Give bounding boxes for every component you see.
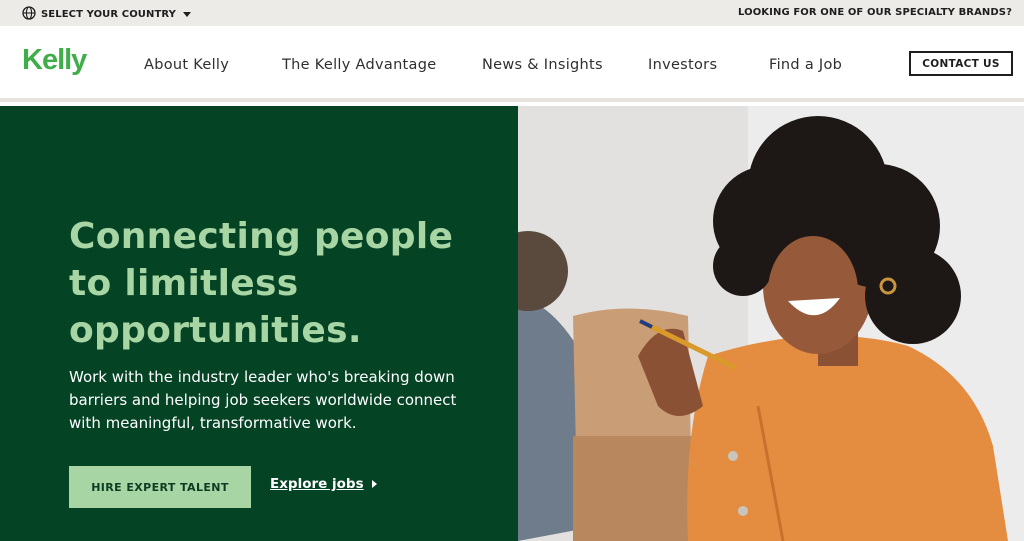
globe-icon (22, 6, 36, 23)
nav-news-insights[interactable]: News & Insights (482, 57, 603, 73)
hire-expert-talent-button[interactable]: HIRE EXPERT TALENT (69, 466, 251, 508)
nav-about-kelly[interactable]: About Kelly (144, 57, 229, 73)
select-country-label: SELECT YOUR COUNTRY (41, 9, 177, 20)
main-header: Kelly About Kelly The Kelly Advantage Ne… (0, 26, 1024, 102)
caret-down-icon (183, 12, 192, 17)
hero-subtext: Work with the industry leader who's brea… (69, 368, 457, 432)
select-country-button[interactable]: SELECT YOUR COUNTRY (22, 6, 192, 23)
headline-line: to limitless (69, 263, 299, 304)
hero-panel: Connecting people to limitless opportuni… (0, 106, 518, 541)
triangle-right-icon (371, 480, 377, 488)
smiling-woman-photo (518, 106, 1024, 541)
hero-headline: Connecting people to limitless opportuni… (69, 213, 489, 354)
specialty-brands-link[interactable]: LOOKING FOR ONE OF OUR SPECIALTY BRANDS? (738, 7, 1012, 18)
hero-photo (518, 106, 1024, 541)
headline-line: Connecting people (69, 216, 454, 257)
explore-jobs-label: Explore jobs (270, 476, 364, 492)
nav-kelly-advantage[interactable]: The Kelly Advantage (282, 57, 436, 73)
nav-investors[interactable]: Investors (648, 57, 717, 73)
nav-find-a-job[interactable]: Find a Job (769, 57, 842, 73)
kelly-logo[interactable]: Kelly (22, 44, 87, 77)
contact-us-button[interactable]: CONTACT US (909, 51, 1013, 76)
utility-bar: SELECT YOUR COUNTRY LOOKING FOR ONE OF O… (0, 0, 1024, 26)
explore-jobs-link[interactable]: Explore jobs (270, 476, 377, 492)
headline-line: opportunities. (69, 310, 362, 351)
